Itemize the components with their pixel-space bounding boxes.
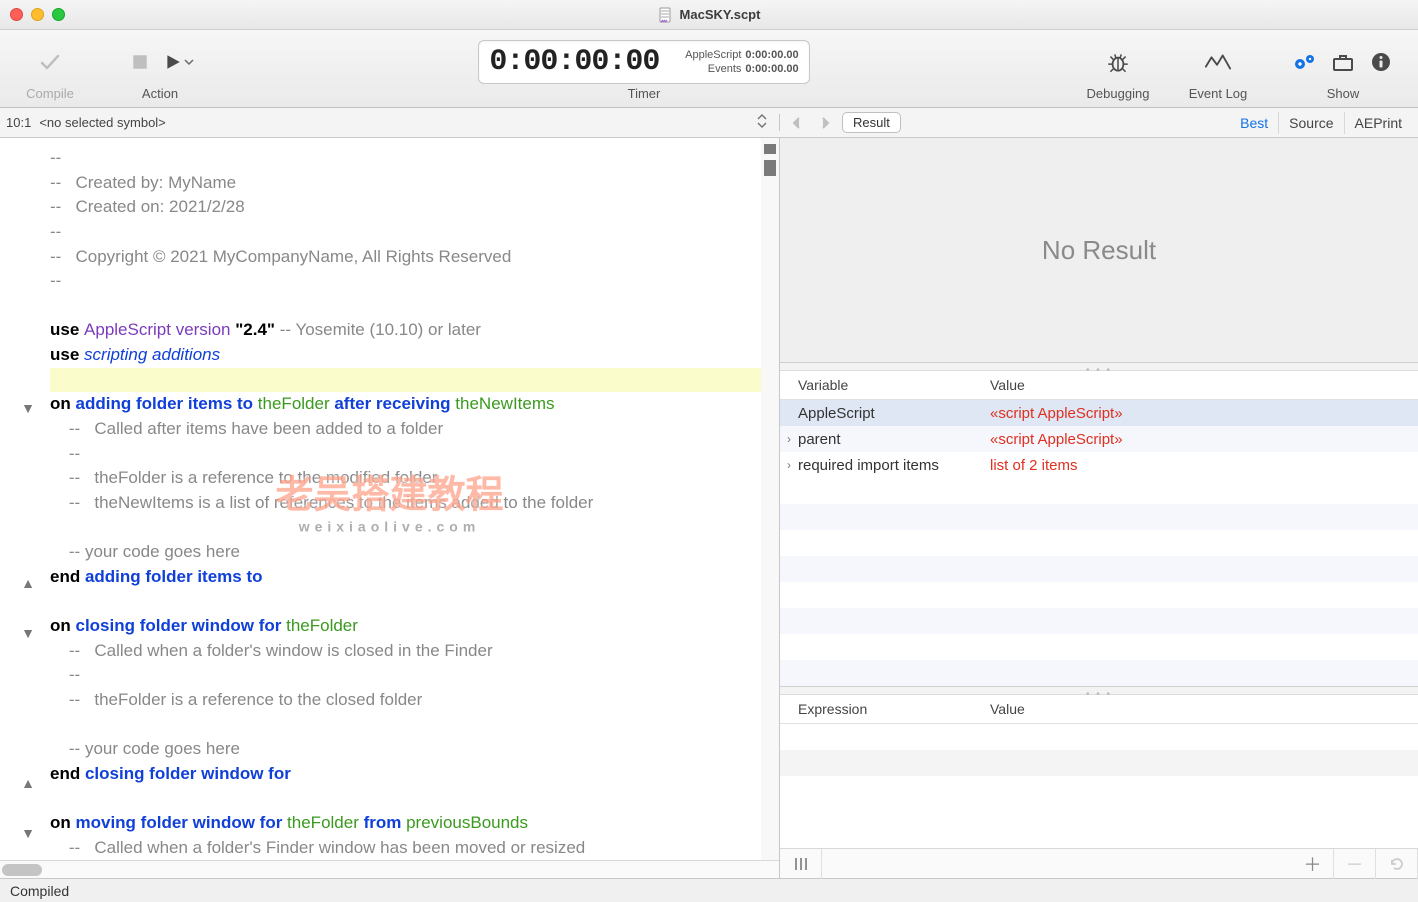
status-text: Compiled bbox=[10, 883, 69, 899]
stop-button[interactable] bbox=[126, 48, 154, 76]
navigation-bar: 10:1 <no selected symbol> Result BestSou… bbox=[0, 108, 1418, 138]
event-log-button[interactable] bbox=[1204, 48, 1232, 76]
symbol-selector[interactable]: <no selected symbol> bbox=[39, 115, 743, 130]
variables-panel: Variable Value AppleScript«script AppleS… bbox=[780, 371, 1418, 687]
splitter[interactable]: • • • bbox=[780, 363, 1418, 371]
debugging-label: Debugging bbox=[1087, 86, 1150, 101]
add-expression-button[interactable]: ＋ bbox=[1292, 849, 1334, 879]
splitter[interactable]: • • • bbox=[780, 687, 1418, 695]
run-button[interactable] bbox=[164, 48, 194, 76]
expressions-toolbar: ＋ － bbox=[780, 848, 1418, 878]
symbol-dropdown-icon[interactable] bbox=[751, 114, 773, 131]
minimap-scrollbar[interactable] bbox=[761, 138, 779, 860]
forward-button[interactable] bbox=[814, 112, 836, 134]
variable-row[interactable]: ›parent«script AppleScript» bbox=[780, 426, 1418, 452]
editor-pane: ▼▲▼▲▼ ---- Created by: MyName-- Created … bbox=[0, 138, 780, 878]
no-result-text: No Result bbox=[1042, 235, 1156, 266]
result-tab-source[interactable]: Source bbox=[1278, 112, 1343, 134]
show-gears-button[interactable] bbox=[1291, 48, 1319, 76]
main-split: ▼▲▼▲▼ ---- Created by: MyName-- Created … bbox=[0, 138, 1418, 878]
zoom-window-button[interactable] bbox=[52, 8, 65, 21]
event-log-label: Event Log bbox=[1189, 86, 1248, 101]
variable-row[interactable]: AppleScript«script AppleScript» bbox=[780, 400, 1418, 426]
variable-row[interactable]: ›required import itemslist of 2 items bbox=[780, 452, 1418, 478]
horizontal-scrollbar[interactable] bbox=[0, 860, 779, 878]
compile-button[interactable] bbox=[36, 48, 64, 76]
timer-label: Timer bbox=[628, 86, 661, 101]
minimize-window-button[interactable] bbox=[31, 8, 44, 21]
result-button[interactable]: Result bbox=[842, 112, 901, 133]
back-button[interactable] bbox=[786, 112, 808, 134]
result-tab-aeprint[interactable]: AEPrint bbox=[1344, 112, 1412, 134]
expressions-col-value: Value bbox=[990, 701, 1025, 717]
code-editor[interactable]: ▼▲▼▲▼ ---- Created by: MyName-- Created … bbox=[0, 138, 779, 860]
action-label: Action bbox=[142, 86, 178, 101]
fold-open-icon[interactable]: ▼ bbox=[20, 825, 36, 841]
remove-expression-button[interactable]: － bbox=[1334, 849, 1376, 879]
chevron-down-icon bbox=[184, 57, 194, 67]
expressions-panel: Expression Value ＋ － bbox=[780, 695, 1418, 878]
result-viewer: No Result bbox=[780, 138, 1418, 363]
compile-label: Compile bbox=[26, 86, 74, 101]
show-label: Show bbox=[1327, 86, 1360, 101]
info-button[interactable] bbox=[1367, 48, 1395, 76]
variables-col-value: Value bbox=[990, 377, 1025, 393]
fold-open-icon[interactable]: ▼ bbox=[20, 400, 36, 416]
window-title: MacSKY.scpt bbox=[680, 7, 761, 22]
toolbar: Compile Action 0:00:00:00 AppleScript0:0… bbox=[0, 30, 1418, 108]
status-bar: Compiled bbox=[0, 878, 1418, 902]
fold-close-icon[interactable]: ▲ bbox=[20, 775, 36, 791]
timer-main: 0:00:00:00 bbox=[489, 45, 659, 79]
document-icon bbox=[658, 7, 674, 23]
refresh-expression-button[interactable] bbox=[1376, 849, 1418, 879]
expressions-col-name: Expression bbox=[780, 701, 990, 717]
titlebar: MacSKY.scpt bbox=[0, 0, 1418, 30]
show-briefcase-button[interactable] bbox=[1329, 48, 1357, 76]
result-view-tabs: BestSourceAEPrint bbox=[1230, 112, 1412, 134]
inspector-pane: No Result • • • Variable Value AppleScri… bbox=[780, 138, 1418, 878]
window-controls bbox=[10, 8, 65, 21]
result-tab-best[interactable]: Best bbox=[1230, 112, 1278, 134]
fold-close-icon[interactable]: ▲ bbox=[20, 575, 36, 591]
debugging-button[interactable] bbox=[1104, 48, 1132, 76]
close-window-button[interactable] bbox=[10, 8, 23, 21]
fold-open-icon[interactable]: ▼ bbox=[20, 625, 36, 641]
timer-display: 0:00:00:00 AppleScript0:00:00.00Events0:… bbox=[478, 40, 809, 84]
columns-icon[interactable] bbox=[780, 849, 822, 879]
variables-col-name: Variable bbox=[780, 377, 990, 393]
cursor-position: 10:1 bbox=[6, 115, 31, 130]
